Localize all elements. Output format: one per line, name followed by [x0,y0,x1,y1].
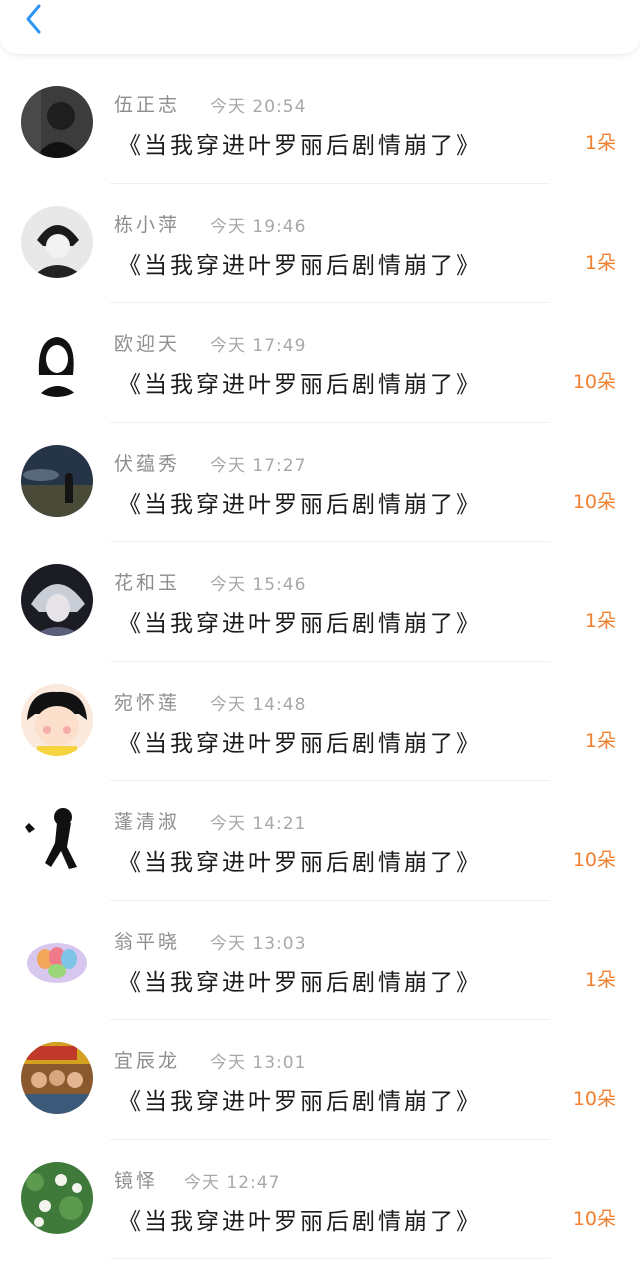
flower-amount: 1朵 [584,610,616,632]
timestamp: 今天 14:48 [210,694,307,715]
movie-poster-avatar [21,1042,93,1114]
timestamp: 今天 14:21 [210,814,307,834]
book-title: 《当我穿进叶罗丽后剧情崩了》 [118,730,482,757]
user-name: 镜怿 [114,1169,159,1192]
list-item[interactable]: 宜辰龙 今天 13:01 《当我穿进叶罗丽后剧情崩了》 10朵 [0,1020,640,1140]
list-item[interactable]: 栋小萍 今天 19:46 《当我穿进叶罗丽后剧情崩了》 1朵 [0,184,640,304]
timestamp: 今天 12:47 [184,1172,281,1193]
timestamp: 今天 19:46 [210,216,307,237]
list-item[interactable]: 欧迎天 今天 17:49 《当我穿进叶罗丽后剧情崩了》 10朵 [0,303,640,423]
user-name: 翁平晓 [114,930,181,953]
book-title: 《当我穿进叶罗丽后剧情崩了》 [118,850,482,876]
user-name: 宜辰龙 [114,1050,181,1072]
list-item[interactable]: 宛怀莲 今天 14:48 《当我穿进叶罗丽后剧情崩了》 1朵 [0,662,640,782]
list-item[interactable]: 伏蕴秀 今天 17:27 《当我穿进叶罗丽后剧情崩了》 10朵 [0,423,640,543]
list-item[interactable]: 镜怿 今天 12:47 《当我穿进叶罗丽后剧情崩了》 10朵 [0,1140,640,1260]
timestamp: 今天 15:46 [210,575,307,595]
book-title: 《当我穿进叶罗丽后剧情崩了》 [118,611,482,637]
user-name: 欧迎天 [114,333,181,355]
user-name: 栋小萍 [114,213,181,236]
book-title: 《当我穿进叶罗丽后剧情崩了》 [118,491,482,518]
list-item[interactable]: 伍正志 今天 20:54 《当我穿进叶罗丽后剧情崩了》 1朵 [0,64,640,184]
flower-amount: 10朵 [572,1088,616,1110]
list-item[interactable]: 蓬清淑 今天 14:21 《当我穿进叶罗丽后剧情崩了》 10朵 [0,781,640,901]
list-item[interactable]: 翁平晓 今天 13:03 《当我穿进叶罗丽后剧情崩了》 1朵 [0,901,640,1021]
user-name: 花和玉 [114,572,181,594]
flower-amount: 1朵 [584,132,616,154]
timestamp: 今天 13:01 [210,1053,307,1073]
timestamp: 今天 17:49 [210,336,307,356]
gift-record-list: 伍正志 今天 20:54 《当我穿进叶罗丽后剧情崩了》 1朵 栋小萍 今天 19… [0,64,640,1259]
flower-amount: 1朵 [584,251,616,274]
list-item[interactable]: 花和玉 今天 15:46 《当我穿进叶罗丽后剧情崩了》 1朵 [0,542,640,662]
flower-amount: 1朵 [584,968,616,991]
dark-portrait-avatar [21,86,93,158]
user-name: 伏蕴秀 [114,452,181,475]
green-flowers-avatar [21,1161,93,1234]
flower-amount: 10朵 [572,849,616,871]
book-title: 《当我穿进叶罗丽后剧情崩了》 [118,372,482,398]
macaron-bowl-avatar [21,922,93,995]
timestamp: 今天 13:03 [210,933,307,954]
chevron-left-icon [26,4,41,34]
sketch-girl-avatar [21,325,93,397]
night-sky-avatar [21,444,93,517]
book-title: 《当我穿进叶罗丽后剧情崩了》 [118,1208,482,1235]
anime-boy-avatar [21,205,93,278]
book-title: 《当我穿进叶罗丽后剧情崩了》 [118,133,482,159]
user-name: 蓬清淑 [114,811,181,833]
anime-silver-hair-avatar [21,564,93,636]
timestamp: 今天 20:54 [210,97,307,117]
timestamp: 今天 17:27 [210,455,307,476]
book-title: 《当我穿进叶罗丽后剧情崩了》 [118,252,482,279]
flower-amount: 10朵 [572,1207,616,1230]
flower-amount: 1朵 [584,729,616,752]
user-name: 伍正志 [114,94,181,116]
cartoon-girl-avatar [21,683,93,756]
top-bar [0,0,640,55]
book-title: 《当我穿进叶罗丽后剧情崩了》 [118,969,482,996]
user-name: 宛怀莲 [114,691,181,714]
back-button[interactable] [20,2,50,36]
flower-amount: 10朵 [572,371,616,393]
silhouette-girl-avatar [21,803,93,875]
flower-amount: 10朵 [572,490,616,513]
book-title: 《当我穿进叶罗丽后剧情崩了》 [118,1089,482,1115]
